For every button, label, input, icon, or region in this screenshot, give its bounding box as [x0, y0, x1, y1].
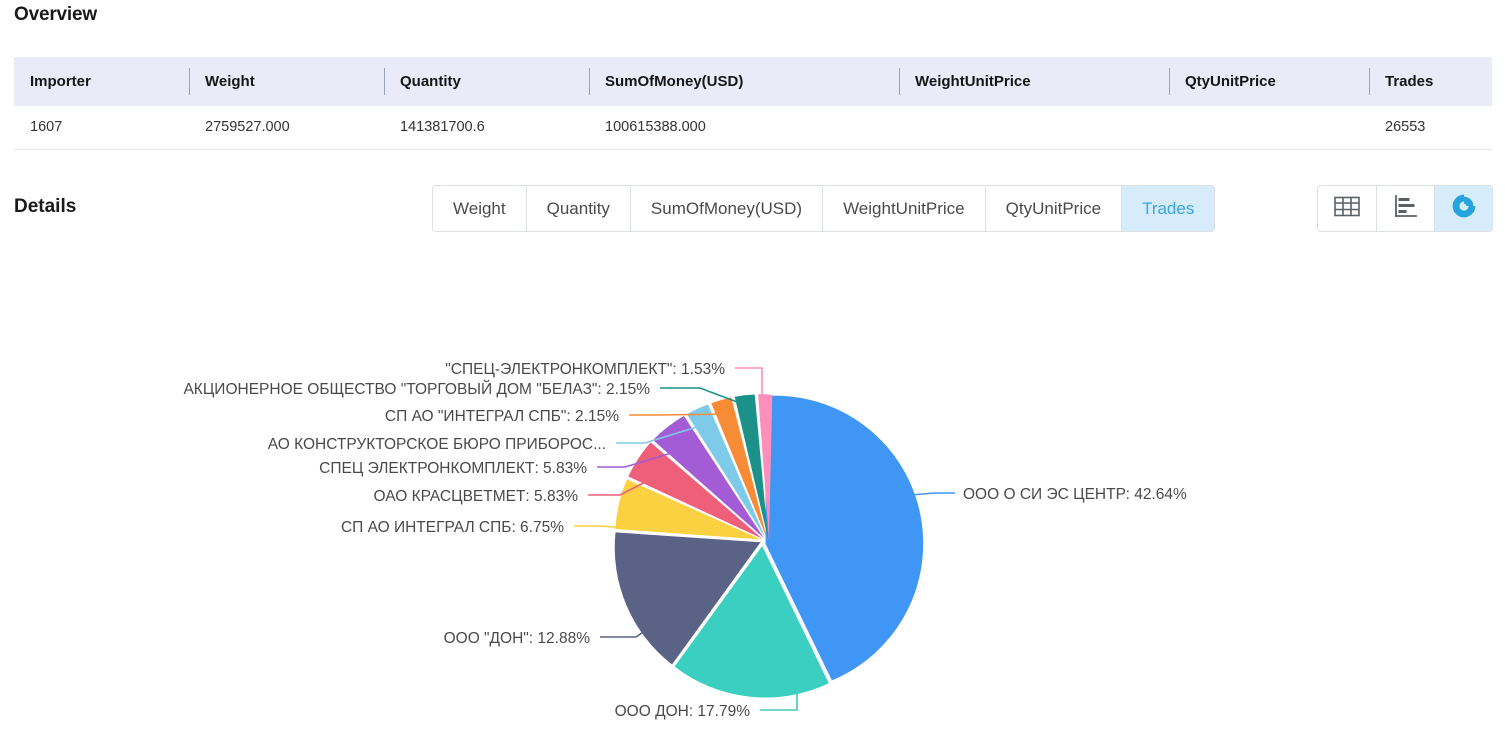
pie-slices — [614, 394, 924, 698]
view-button-table[interactable] — [1318, 186, 1376, 231]
column-header-importer: Importer — [14, 57, 189, 106]
pie-chart-container: ООО О СИ ЭС ЦЕНТР: 42.64% ООО ДОН: 17.79… — [0, 245, 1505, 731]
pie-label-4: ОАО КРАСЦВЕТМЕТ: 5.83% — [374, 488, 579, 505]
tab-trades[interactable]: Trades — [1121, 186, 1215, 231]
cell-sumofmoney: 100615388.000 — [589, 106, 899, 150]
cell-weightunitprice — [899, 106, 1169, 150]
cell-qtyunitprice — [1169, 106, 1369, 150]
column-header-weightunitprice: WeightUnitPrice — [899, 57, 1169, 106]
view-button-pie-chart[interactable] — [1434, 186, 1492, 231]
tab-qtyunitprice[interactable]: QtyUnitPrice — [984, 186, 1122, 231]
pie-label-2: ООО "ДОН": 12.88% — [444, 630, 591, 647]
column-header-trades: Trades — [1369, 57, 1492, 106]
pie-chart-view-icon — [1451, 193, 1477, 224]
cell-importer: 1607 — [14, 106, 189, 150]
column-header-qtyunitprice: QtyUnitPrice — [1169, 57, 1369, 106]
tab-weightunitprice[interactable]: WeightUnitPrice — [822, 186, 985, 231]
table-view-icon — [1334, 196, 1360, 222]
tab-weight[interactable]: Weight — [433, 186, 526, 231]
details-title: Details — [14, 196, 77, 217]
pie-label-8: АКЦИОНЕРНОЕ ОБЩЕСТВО "ТОРГОВЫЙ ДОМ "БЕЛА… — [183, 380, 650, 398]
overview-summary-table: Importer Weight Quantity SumOfMoney(USD)… — [14, 57, 1492, 150]
table-header-row: Importer Weight Quantity SumOfMoney(USD)… — [14, 57, 1492, 106]
column-header-quantity: Quantity — [384, 57, 589, 106]
cell-weight: 2759527.000 — [189, 106, 384, 150]
column-header-sumofmoney: SumOfMoney(USD) — [589, 57, 899, 106]
cell-trades: 26553 — [1369, 106, 1492, 150]
tab-sumofmoney[interactable]: SumOfMoney(USD) — [629, 186, 823, 231]
metric-tab-group: Weight Quantity SumOfMoney(USD) WeightUn… — [432, 185, 1216, 232]
column-header-weight: Weight — [189, 57, 384, 106]
bar-chart-view-icon — [1394, 195, 1418, 222]
view-toggle-group — [1317, 185, 1493, 232]
pie-label-6: АО КОНСТРУКТОРСКОЕ БЮРО ПРИБОРОС... — [268, 436, 606, 453]
pie-chart-svg: ООО О СИ ЭС ЦЕНТР: 42.64% ООО ДОН: 17.79… — [183, 361, 1187, 720]
table-row: 1607 2759527.000 141381700.6 100615388.0… — [14, 106, 1492, 150]
page-title: Overview — [14, 4, 97, 25]
tab-quantity[interactable]: Quantity — [525, 186, 630, 231]
pie-label-3: СП АО ИНТЕГРАЛ СПБ: 6.75% — [341, 519, 564, 536]
pie-label-7: СП АО "ИНТЕГРАЛ СПБ": 2.15% — [385, 408, 619, 425]
pie-label-0: ООО О СИ ЭС ЦЕНТР: 42.64% — [963, 486, 1187, 503]
view-button-bar-chart[interactable] — [1376, 186, 1434, 231]
pie-label-5: СПЕЦ ЭЛЕКТРОНКОМПЛЕКТ: 5.83% — [319, 460, 587, 477]
pie-label-9: "СПЕЦ-ЭЛЕКТРОНКОМПЛЕКТ": 1.53% — [445, 361, 725, 378]
cell-quantity: 141381700.6 — [384, 106, 589, 150]
pie-label-1: ООО ДОН: 17.79% — [615, 703, 751, 720]
